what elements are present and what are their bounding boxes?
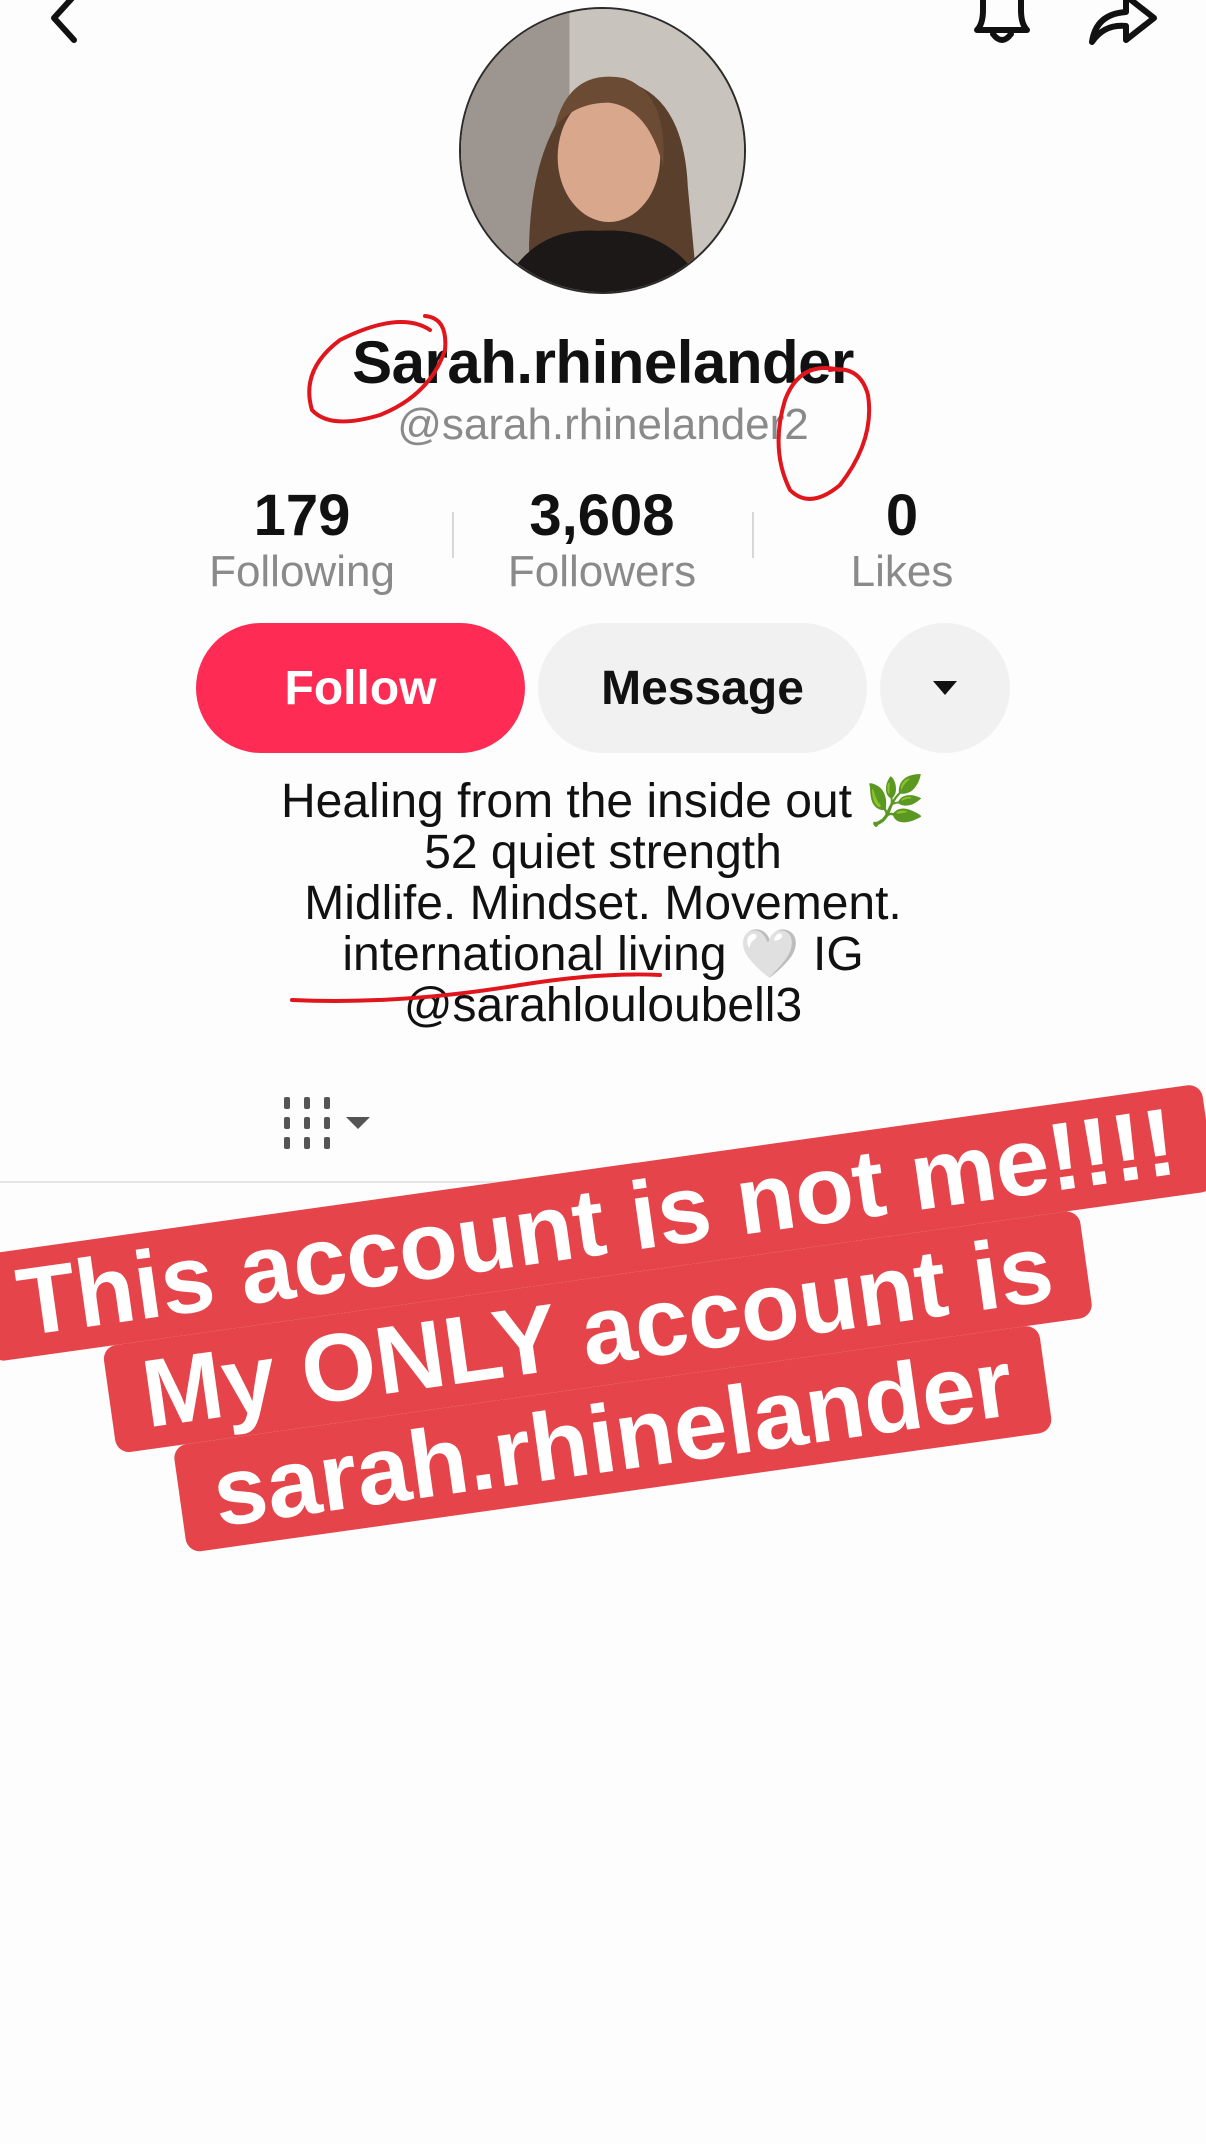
likes-count: 0 (885, 483, 919, 548)
hand-drawn-annotations (290, 314, 872, 1003)
stat-likes[interactable]: 0 Likes (772, 485, 1032, 597)
share-arrow-icon[interactable] (1086, 0, 1160, 50)
followers-count: 3,608 (529, 483, 675, 548)
follow-button[interactable]: Follow (196, 623, 525, 753)
stat-followers[interactable]: 3,608 Followers (472, 485, 732, 597)
profile-bio: Healing from the inside out 🌿 52 quiet s… (0, 776, 1206, 1031)
back-chevron-icon[interactable] (44, 0, 84, 44)
bio-line: Midlife. Mindset. Movement. (304, 877, 902, 930)
stat-following[interactable]: 179 Following (172, 485, 432, 597)
username-handle: @sarah.rhinelander2 (397, 400, 809, 449)
bio-line: @sarahlouloubell3 (403, 979, 803, 1032)
bell-icon[interactable] (969, 0, 1035, 50)
caret-down-icon (933, 681, 957, 695)
following-count: 179 (253, 483, 351, 548)
stat-divider (752, 512, 754, 558)
display-name: Sarah.rhinelander (352, 329, 854, 396)
bio-line: international living 🤍 IG (342, 928, 864, 981)
likes-label: Likes (850, 547, 954, 596)
message-button[interactable]: Message (538, 623, 867, 753)
following-label: Following (209, 547, 395, 596)
avatar[interactable] (459, 7, 746, 294)
followers-label: Followers (507, 547, 697, 596)
bio-line: Healing from the inside out 🌿 (280, 775, 926, 828)
bio-line: 52 quiet strength (424, 826, 782, 879)
filter-columns-icon[interactable] (282, 1097, 374, 1158)
more-options-button[interactable] (880, 623, 1010, 753)
stat-divider (452, 512, 454, 558)
